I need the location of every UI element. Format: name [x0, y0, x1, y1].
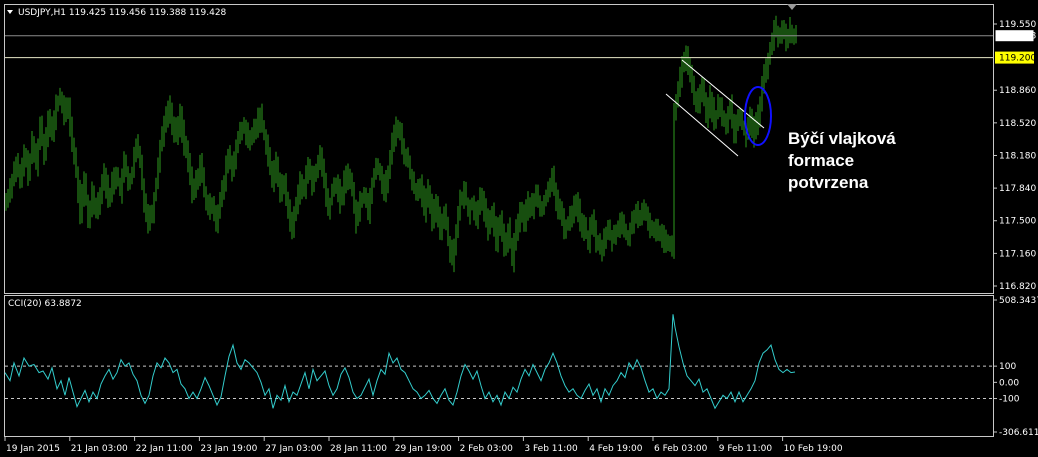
annotation-line-3: potvrzena [788, 173, 869, 192]
time-tick-label: 23 Jan 19:00 [200, 444, 257, 454]
price-tick-label: 118.860 [999, 86, 1036, 96]
annotation-line-2: formace [788, 151, 854, 170]
price-tick-label: 118.180 [999, 151, 1036, 161]
time-tick-label: 10 Feb 19:00 [784, 444, 843, 454]
price-axis: 119.550 118.860 118.520 118.180 117.840 117.5… [993, 20, 1036, 292]
time-tick-label: 3 Feb 11:00 [524, 444, 578, 454]
time-tick-label: 28 Jan 11:00 [330, 444, 387, 454]
cci-tick-label: 0.00 [999, 378, 1019, 388]
bid-price-label: 119.428 [999, 32, 1036, 42]
time-tick-label: 22 Jan 11:00 [136, 444, 193, 454]
price-tick-label: 117.160 [999, 249, 1036, 259]
cci-tick-label: -306.6117 [999, 428, 1038, 438]
time-tick-label: 4 Feb 19:00 [589, 444, 643, 454]
annotation-line-1: Býčí vlajková [788, 129, 896, 148]
cci-tick-label: 100 [999, 362, 1016, 372]
time-tick-label: 2 Feb 03:00 [460, 444, 514, 454]
price-tick-label: 116.820 [999, 282, 1036, 292]
time-tick-label: 9 Feb 11:00 [719, 444, 773, 454]
price-header: USDJPY,H1 119.425 119.456 119.388 119.42… [18, 8, 227, 18]
cci-header: CCI(20) 63.8872 [8, 299, 82, 309]
time-tick-label: 21 Jan 03:00 [71, 444, 128, 454]
cci-tick-label: -100 [999, 395, 1020, 405]
price-tick-label: 118.520 [999, 119, 1036, 129]
chart-window: 119.550 118.860 118.520 118.180 117.840 117.5… [0, 0, 1038, 457]
cci-tick-label: 508.3437 [999, 296, 1038, 306]
time-tick-label: 19 Jan 2015 [6, 444, 60, 454]
price-tick-label: 119.550 [999, 20, 1036, 30]
price-tick-label: 117.500 [999, 217, 1036, 227]
level-price-label: 119.200 [999, 54, 1036, 64]
price-tick-label: 117.840 [999, 184, 1036, 194]
time-tick-label: 27 Jan 03:00 [265, 444, 322, 454]
time-tick-label: 6 Feb 03:00 [654, 444, 708, 454]
time-tick-label: 29 Jan 19:00 [395, 444, 452, 454]
